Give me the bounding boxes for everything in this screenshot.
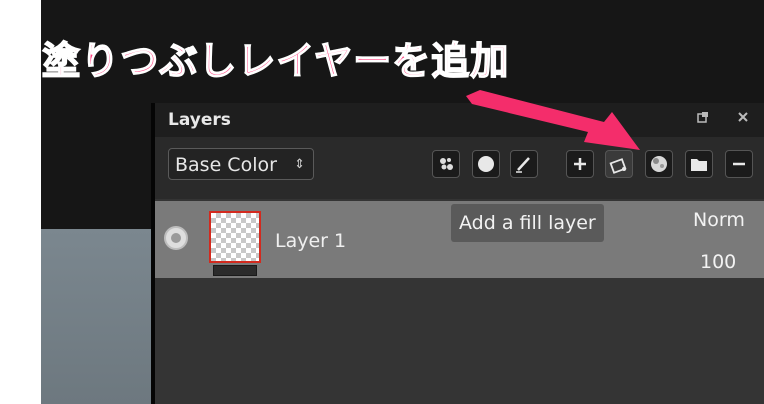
- annotation-banner: 塗りつぶしレイヤーを追加: [41, 38, 510, 84]
